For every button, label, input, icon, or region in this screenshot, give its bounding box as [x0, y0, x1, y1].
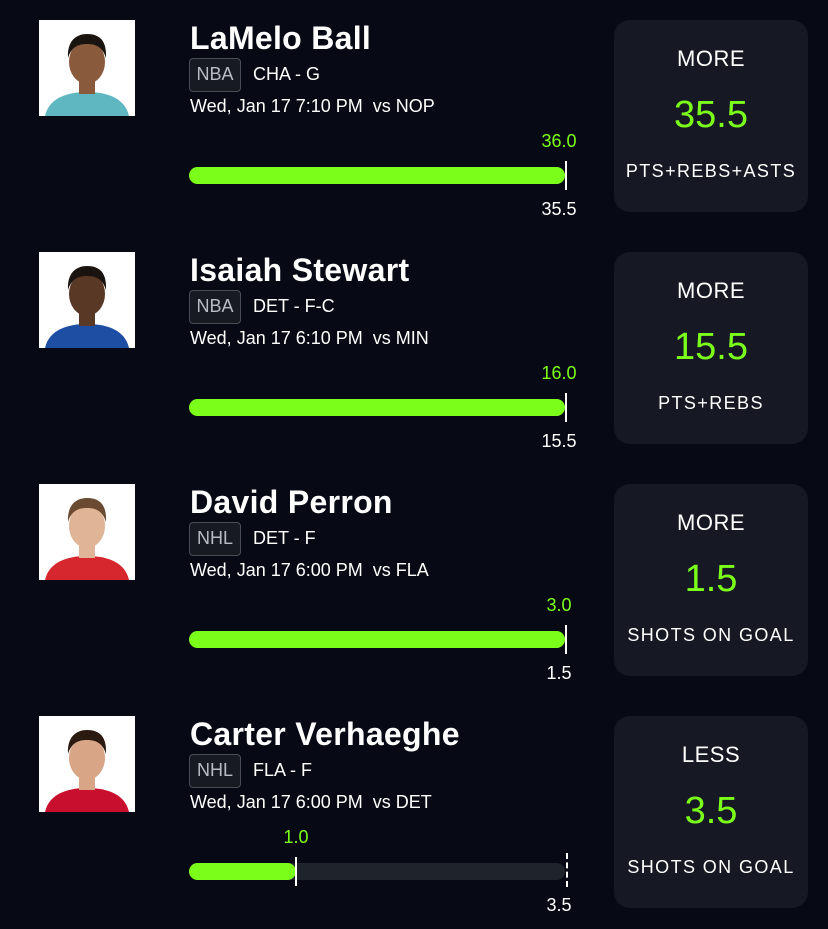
pick-line: 1.5	[684, 558, 738, 600]
player-headshot-icon	[39, 484, 135, 580]
pick-stat: SHOTS ON GOAL	[627, 857, 795, 877]
game-time: Wed, Jan 17 7:10 PM	[190, 96, 363, 116]
player-avatar	[39, 252, 135, 348]
league-badge: NBA	[189, 290, 241, 324]
actual-value: 16.0	[541, 363, 577, 383]
game-info: Wed, Jan 17 6:00 PM vs FLA	[190, 560, 429, 581]
line-value: 15.5	[541, 431, 577, 451]
pick-direction: MORE	[677, 278, 745, 303]
pick-row[interactable]: David Perron NHL DET - F Wed, Jan 17 6:0…	[0, 464, 828, 696]
progress-fill	[189, 631, 565, 648]
progress-track	[189, 167, 565, 184]
line-marker	[565, 625, 567, 654]
line-value: 1.5	[546, 663, 572, 683]
progress-track	[189, 399, 565, 416]
team-position: FLA - F	[253, 760, 313, 780]
progress-track	[189, 631, 565, 648]
pick-card[interactable]: MORE 1.5 SHOTS ON GOAL	[614, 484, 808, 676]
pick-card[interactable]: LESS 3.5 SHOTS ON GOAL	[614, 716, 808, 908]
player-headshot-icon	[39, 716, 135, 812]
player-avatar	[39, 20, 135, 116]
player-name: LaMelo Ball	[190, 20, 372, 56]
team-position: CHA - G	[253, 64, 321, 84]
player-headshot-icon	[39, 20, 135, 116]
opponent: vs NOP	[372, 96, 435, 116]
progress-fill	[189, 863, 296, 880]
league-badge: NHL	[189, 522, 241, 556]
actual-marker	[295, 857, 297, 886]
actual-value: 36.0	[541, 131, 577, 151]
player-name: Carter Verhaeghe	[190, 716, 460, 752]
pick-direction: MORE	[677, 510, 745, 535]
pick-row[interactable]: LaMelo Ball NBA CHA - G Wed, Jan 17 7:10…	[0, 0, 828, 232]
pick-line: 15.5	[674, 326, 748, 368]
game-info: Wed, Jan 17 7:10 PM vs NOP	[190, 96, 435, 117]
team-position: DET - F	[253, 528, 316, 548]
opponent: vs MIN	[372, 328, 429, 348]
team-position: DET - F-C	[253, 296, 335, 316]
progress-fill	[189, 399, 565, 416]
pick-row[interactable]: Isaiah Stewart NBA DET - F-C Wed, Jan 17…	[0, 232, 828, 464]
game-time: Wed, Jan 17 6:00 PM	[190, 560, 363, 580]
player-avatar	[39, 484, 135, 580]
player-avatar	[39, 716, 135, 812]
pick-stat: SHOTS ON GOAL	[627, 625, 795, 645]
actual-value: 1.0	[283, 827, 309, 847]
game-info: Wed, Jan 17 6:10 PM vs MIN	[190, 328, 429, 349]
pick-stat: PTS+REBS	[658, 393, 764, 413]
pick-line: 35.5	[674, 94, 748, 136]
pick-direction: LESS	[681, 742, 741, 767]
league-badge: NBA	[189, 58, 241, 92]
pick-card[interactable]: MORE 15.5 PTS+REBS	[614, 252, 808, 444]
opponent: vs DET	[372, 792, 432, 812]
game-time: Wed, Jan 17 6:10 PM	[190, 328, 363, 348]
picks-list: LaMelo Ball NBA CHA - G Wed, Jan 17 7:10…	[0, 0, 828, 929]
line-marker	[566, 853, 568, 887]
game-info: Wed, Jan 17 6:00 PM vs DET	[190, 792, 432, 813]
game-time: Wed, Jan 17 6:00 PM	[190, 792, 363, 812]
pick-line: 3.5	[684, 790, 738, 832]
line-marker	[565, 161, 567, 190]
league-badge: NHL	[189, 754, 241, 788]
pick-row[interactable]: Carter Verhaeghe NHL FLA - F Wed, Jan 17…	[0, 696, 828, 928]
opponent: vs FLA	[372, 560, 429, 580]
line-value: 3.5	[546, 895, 572, 915]
actual-value: 3.0	[546, 595, 572, 615]
player-headshot-icon	[39, 252, 135, 348]
player-name: David Perron	[190, 484, 393, 520]
progress-fill	[189, 167, 565, 184]
line-value: 35.5	[541, 199, 577, 219]
line-marker	[565, 393, 567, 422]
progress-track	[189, 863, 565, 880]
pick-direction: MORE	[677, 46, 745, 71]
pick-stat: PTS+REBS+ASTS	[625, 161, 797, 181]
pick-card[interactable]: MORE 35.5 PTS+REBS+ASTS	[614, 20, 808, 212]
player-name: Isaiah Stewart	[190, 252, 410, 288]
